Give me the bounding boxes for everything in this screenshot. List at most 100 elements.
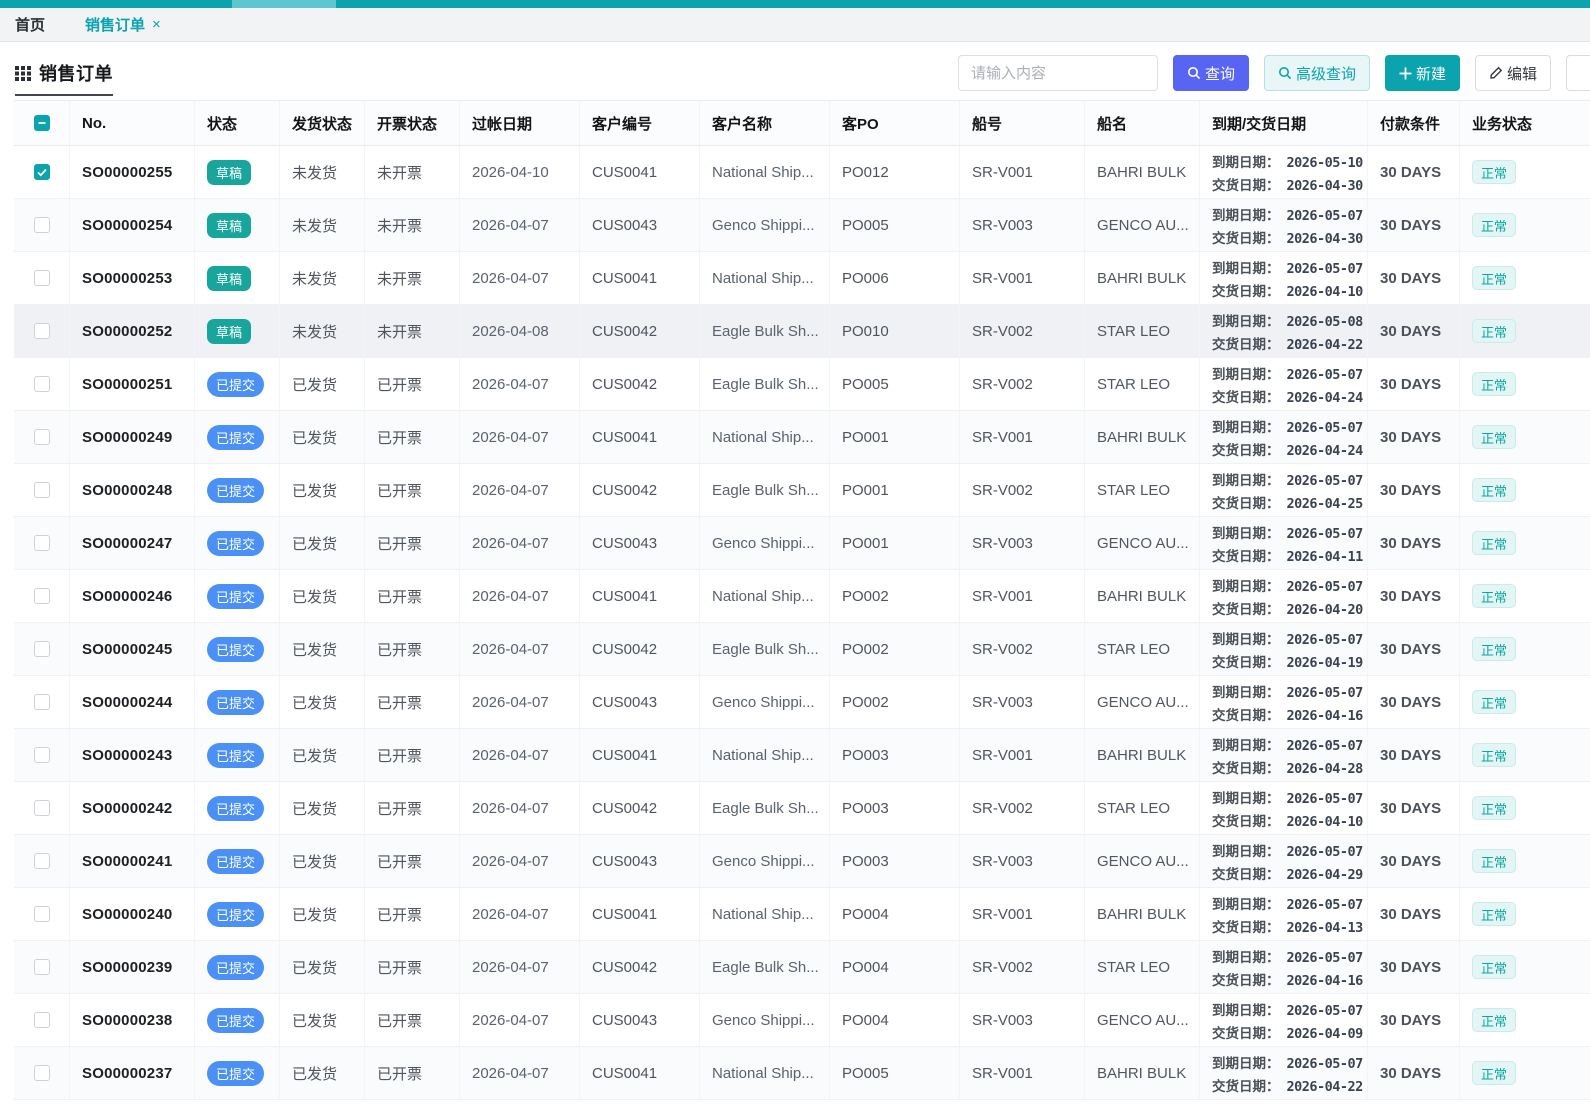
row-checkbox[interactable] (34, 959, 50, 975)
delete-button-partial[interactable] (1566, 55, 1590, 91)
posting-date: 2026-04-07 (460, 888, 580, 940)
row-checkbox[interactable] (34, 641, 50, 657)
row-checkbox[interactable] (34, 1065, 50, 1081)
column-header-vessel-no[interactable]: 船号 (960, 101, 1085, 145)
delivery-date-value: 2026-04-30 (1287, 178, 1363, 194)
row-checkbox[interactable] (34, 800, 50, 816)
select-all-checkbox[interactable] (34, 115, 50, 131)
table-row[interactable]: SO00000253草稿未发货未开票2026-04-07CUS0041Natio… (14, 252, 1590, 305)
row-checkbox[interactable] (34, 853, 50, 869)
row-checkbox[interactable] (34, 906, 50, 922)
tab-home[interactable]: 首页 (15, 14, 45, 35)
order-no: SO00000239 (70, 941, 195, 993)
table-row[interactable]: SO00000238已提交已发货已开票2026-04-07CUS0043Genc… (14, 994, 1590, 1047)
delivery-date-line: 交货日期：2026-04-16 (1212, 969, 1363, 989)
column-header-due-delivery-date[interactable]: 到期/交货日期 (1200, 101, 1368, 145)
payment-terms: 30 DAYS (1368, 570, 1460, 622)
due-date-value: 2026-05-07 (1287, 791, 1363, 807)
edit-button[interactable]: 编辑 (1475, 55, 1551, 91)
row-checkbox[interactable] (34, 482, 50, 498)
invoice-status: 已开票 (365, 729, 460, 781)
status-cell: 已提交 (195, 1047, 280, 1099)
payment-terms: 30 DAYS (1368, 888, 1460, 940)
column-header-invoice-status[interactable]: 开票状态 (365, 101, 460, 145)
delivery-date-label: 交货日期： (1212, 227, 1280, 247)
column-header-customer-po[interactable]: 客PO (830, 101, 960, 145)
table-row[interactable]: SO00000245已提交已发货已开票2026-04-07CUS0042Eagl… (14, 623, 1590, 676)
advanced-query-button[interactable]: 高级查询 (1264, 55, 1370, 91)
due-date-line: 到期日期：2026-05-07 (1212, 628, 1363, 648)
delivery-date-value: 2026-04-30 (1287, 231, 1363, 247)
column-header-customer-name[interactable]: 客户名称 (700, 101, 830, 145)
column-header-payment-terms[interactable]: 付款条件 (1368, 101, 1460, 145)
row-checkbox-cell (14, 782, 70, 834)
query-button[interactable]: 查询 (1173, 55, 1249, 91)
create-button[interactable]: 新建 (1385, 55, 1460, 91)
row-checkbox[interactable] (34, 535, 50, 551)
table-row[interactable]: SO00000237已提交已发货已开票2026-04-07CUS0041Nati… (14, 1047, 1590, 1100)
delivery-date-line: 交货日期：2026-04-30 (1212, 174, 1363, 194)
customer-name: Eagle Bulk Sh... (700, 464, 830, 516)
row-checkbox[interactable] (34, 270, 50, 286)
customer-name: Eagle Bulk Sh... (700, 305, 830, 357)
column-header-ship-status[interactable]: 发货状态 (280, 101, 365, 145)
row-checkbox[interactable] (34, 747, 50, 763)
row-checkbox[interactable] (34, 323, 50, 339)
row-checkbox[interactable] (34, 1012, 50, 1028)
customer-name: Eagle Bulk Sh... (700, 623, 830, 675)
due-delivery-lines: 到期日期：2026-05-07交货日期：2026-04-09 (1212, 999, 1363, 1042)
invoice-status: 已开票 (365, 941, 460, 993)
tab-sales-order[interactable]: 销售订单 × (85, 14, 161, 35)
delivery-date-label: 交货日期： (1212, 1022, 1280, 1042)
row-checkbox[interactable] (34, 376, 50, 392)
close-icon[interactable]: × (152, 17, 161, 32)
row-checkbox[interactable] (34, 217, 50, 233)
search-input[interactable] (958, 55, 1158, 91)
posting-date: 2026-04-07 (460, 199, 580, 251)
table-row[interactable]: SO00000249已提交已发货已开票2026-04-07CUS0041Nati… (14, 411, 1590, 464)
table-row[interactable]: SO00000246已提交已发货已开票2026-04-07CUS0041Nati… (14, 570, 1590, 623)
row-checkbox[interactable] (34, 164, 50, 180)
due-date-value: 2026-05-07 (1287, 261, 1363, 277)
column-header-vessel-name[interactable]: 船名 (1085, 101, 1200, 145)
due-date-value: 2026-05-07 (1287, 473, 1363, 489)
column-header-no[interactable]: No. (70, 101, 195, 145)
vessel-name: STAR LEO (1085, 464, 1200, 516)
column-header-customer-no[interactable]: 客户编号 (580, 101, 700, 145)
table-row[interactable]: SO00000255草稿未发货未开票2026-04-10CUS0041Natio… (14, 146, 1590, 199)
pencil-icon (1489, 66, 1503, 80)
posting-date: 2026-04-07 (460, 623, 580, 675)
delivery-date-value: 2026-04-28 (1287, 761, 1363, 777)
table-row[interactable]: SO00000239已提交已发货已开票2026-04-07CUS0042Eagl… (14, 941, 1590, 994)
row-checkbox[interactable] (34, 588, 50, 604)
business-status-cell: 正常 (1460, 623, 1590, 675)
delivery-date-label: 交货日期： (1212, 651, 1280, 671)
business-status-badge: 正常 (1472, 1008, 1516, 1032)
payment-terms: 30 DAYS (1368, 1047, 1460, 1099)
table-row[interactable]: SO00000244已提交已发货已开票2026-04-07CUS0043Genc… (14, 676, 1590, 729)
order-no: SO00000251 (70, 358, 195, 410)
vessel-no: SR-V003 (960, 676, 1085, 728)
ship-status: 已发货 (280, 941, 365, 993)
due-date-line: 到期日期：2026-05-07 (1212, 416, 1363, 436)
posting-date: 2026-04-07 (460, 941, 580, 993)
table-row[interactable]: SO00000241已提交已发货已开票2026-04-07CUS0043Genc… (14, 835, 1590, 888)
table-row[interactable]: SO00000242已提交已发货已开票2026-04-07CUS0042Eagl… (14, 782, 1590, 835)
row-checkbox[interactable] (34, 429, 50, 445)
row-checkbox-cell (14, 411, 70, 463)
due-date-line: 到期日期：2026-05-07 (1212, 946, 1363, 966)
table-row[interactable]: SO00000254草稿未发货未开票2026-04-07CUS0043Genco… (14, 199, 1590, 252)
table-row[interactable]: SO00000251已提交已发货已开票2026-04-07CUS0042Eagl… (14, 358, 1590, 411)
table-row[interactable]: SO00000252草稿未发货未开票2026-04-08CUS0042Eagle… (14, 305, 1590, 358)
table-row[interactable]: SO00000248已提交已发货已开票2026-04-07CUS0042Eagl… (14, 464, 1590, 517)
vessel-no: SR-V002 (960, 623, 1085, 675)
column-header-business-status[interactable]: 业务状态 (1460, 101, 1590, 145)
column-header-posting-date[interactable]: 过帐日期 (460, 101, 580, 145)
table-row[interactable]: SO00000247已提交已发货已开票2026-04-07CUS0043Genc… (14, 517, 1590, 570)
table-row[interactable]: SO00000243已提交已发货已开票2026-04-07CUS0041Nati… (14, 729, 1590, 782)
column-header-status[interactable]: 状态 (195, 101, 280, 145)
table-row[interactable]: SO00000240已提交已发货已开票2026-04-07CUS0041Nati… (14, 888, 1590, 941)
row-checkbox[interactable] (34, 694, 50, 710)
tab-sales-order-label: 销售订单 (85, 14, 145, 35)
delivery-date-line: 交货日期：2026-04-24 (1212, 386, 1363, 406)
